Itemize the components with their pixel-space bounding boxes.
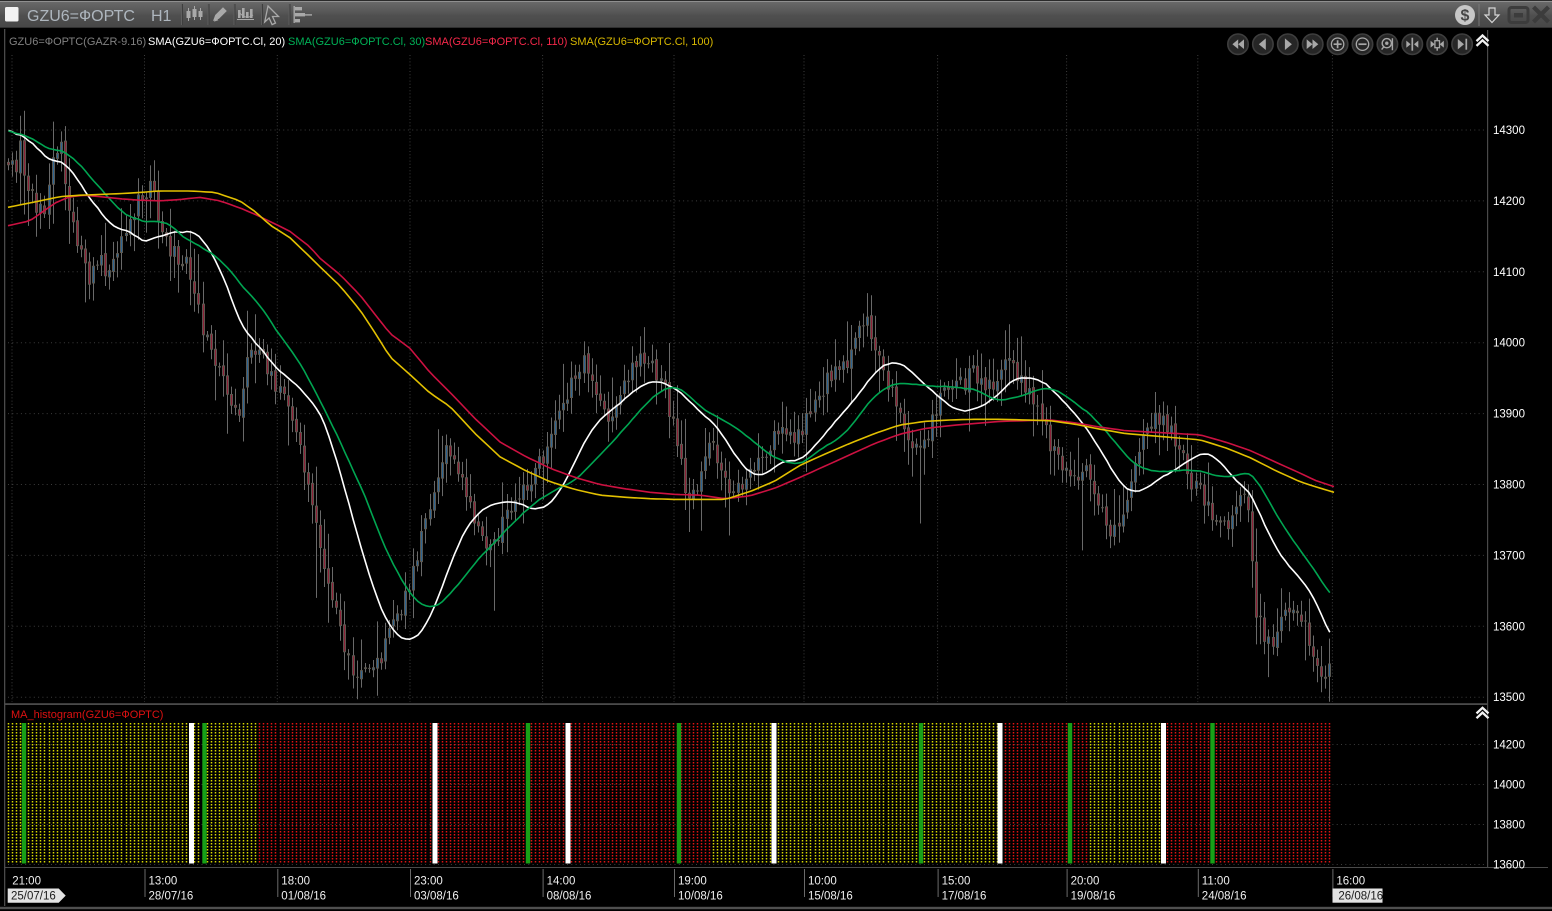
svg-text:$: $ [1461,8,1470,25]
svg-text:SMA(GZU6=ФОРТС.Cl, 110): SMA(GZU6=ФОРТС.Cl, 110) [425,36,567,48]
svg-text:SMA(GZU6=ФОРТС.Cl, 100): SMA(GZU6=ФОРТС.Cl, 100) [570,36,713,48]
svg-text:SMA(GZU6=ФОРТС.Cl, 30): SMA(GZU6=ФОРТС.Cl, 30) [288,36,425,48]
svg-text:14000: 14000 [1493,338,1525,350]
svg-text:14000: 14000 [1493,780,1525,792]
svg-text:03/08/16: 03/08/16 [414,891,459,903]
svg-text:13800: 13800 [1493,480,1525,492]
svg-text:01/08/16: 01/08/16 [281,891,326,903]
svg-text:SMA(GZU6=ФОРТС.Cl, 20): SMA(GZU6=ФОРТС.Cl, 20) [148,36,285,48]
svg-text:14100: 14100 [1493,267,1525,279]
svg-text:14300: 14300 [1493,125,1525,137]
svg-text:13900: 13900 [1493,409,1525,421]
svg-text:13800: 13800 [1493,820,1525,832]
svg-text:19/08/16: 19/08/16 [1071,891,1116,903]
svg-text:11:00: 11:00 [1202,876,1230,888]
svg-text:23:00: 23:00 [414,876,443,888]
svg-text:15/08/16: 15/08/16 [808,891,853,903]
svg-text:13600: 13600 [1493,621,1525,633]
svg-text:14:00: 14:00 [547,876,576,888]
svg-text:17/08/16: 17/08/16 [942,891,987,903]
svg-text:20:00: 20:00 [1071,876,1100,888]
svg-text:14200: 14200 [1493,740,1525,752]
svg-text:28/07/16: 28/07/16 [149,891,194,903]
svg-text:GZU6=ФОРТС(GAZR-9.16): GZU6=ФОРТС(GAZR-9.16) [9,36,146,48]
svg-text:H1: H1 [151,8,172,25]
svg-text:MA_histogram(GZU6=ФОРТС): MA_histogram(GZU6=ФОРТС) [11,709,163,721]
svg-text:19:00: 19:00 [678,876,707,888]
svg-text:16:00: 16:00 [1336,876,1365,888]
svg-text:15:00: 15:00 [942,876,971,888]
svg-text:25/07/16: 25/07/16 [11,891,56,903]
svg-text:14200: 14200 [1493,196,1525,208]
svg-text:13700: 13700 [1493,550,1525,562]
svg-text:08/08/16: 08/08/16 [547,891,592,903]
svg-text:10:00: 10:00 [808,876,837,888]
svg-text:24/08/16: 24/08/16 [1202,891,1247,903]
svg-text:18:00: 18:00 [281,876,310,888]
svg-text:21:00: 21:00 [12,876,41,888]
svg-text:10/08/16: 10/08/16 [678,891,723,903]
svg-text:13:00: 13:00 [149,876,178,888]
svg-text:GZU6=ФОРТС: GZU6=ФОРТС [27,8,135,25]
svg-text:13600: 13600 [1493,860,1525,872]
svg-text:26/08/16: 26/08/16 [1338,891,1383,903]
svg-text:13500: 13500 [1493,692,1525,704]
